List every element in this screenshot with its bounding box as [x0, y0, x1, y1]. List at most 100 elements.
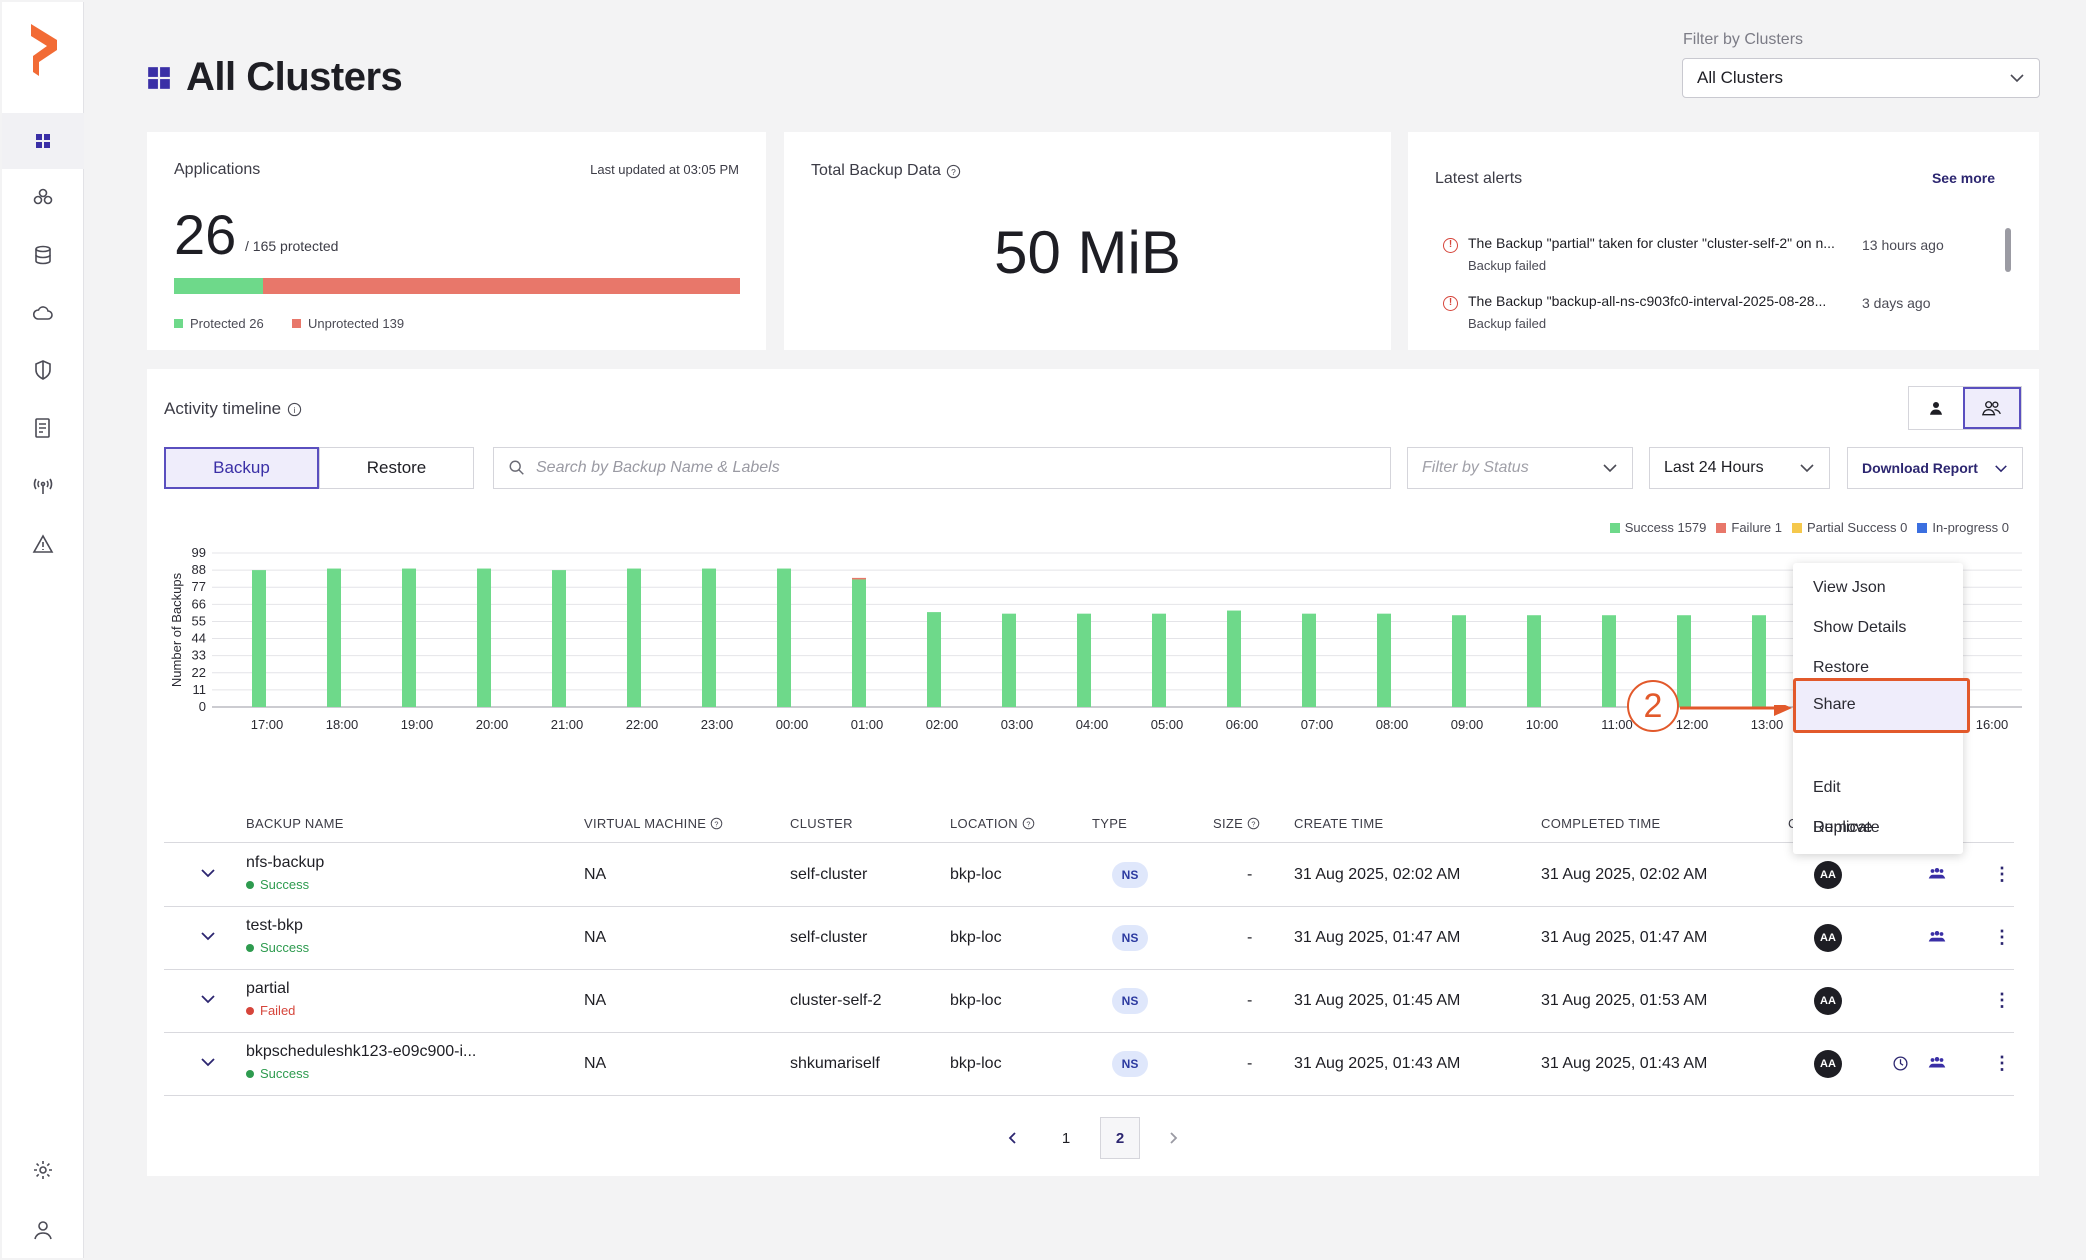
chevron-down-icon — [1800, 464, 1814, 473]
tab-restore[interactable]: Restore — [319, 447, 474, 489]
menu-edit[interactable]: Edit — [1793, 769, 1963, 807]
svg-text:?: ? — [1251, 819, 1255, 828]
x-tick-label: 09:00 — [1451, 717, 1484, 732]
menu-view-json[interactable]: View Json — [1793, 569, 1963, 607]
row-actions-kebab-icon[interactable]: ⋮ — [1993, 864, 2011, 885]
shared-users-icon[interactable] — [1928, 1055, 1946, 1071]
cluster-cell: cluster-self-2 — [790, 992, 882, 1009]
shared-users-icon[interactable] — [1928, 929, 1946, 945]
nav-reports-icon[interactable] — [2, 400, 84, 456]
expand-chevron-icon[interactable] — [200, 1057, 216, 1067]
download-report-button[interactable]: Download Report — [1847, 447, 2023, 489]
vm-cell: NA — [584, 929, 607, 946]
status-filter-placeholder: Filter by Status — [1422, 459, 1529, 476]
alerts-scrollbar[interactable] — [2005, 228, 2011, 272]
table-header: BACKUP NAME VIRTUAL MACHINE ? CLUSTER LO… — [164, 809, 2014, 843]
backup-name[interactable]: test-bkp — [246, 917, 309, 935]
user-profile-icon[interactable] — [2, 1202, 84, 1258]
col-create-time[interactable]: CREATE TIME — [1294, 816, 1384, 831]
expand-chevron-icon[interactable] — [200, 994, 216, 1004]
y-tick-label: 11 — [193, 682, 207, 697]
row-actions-kebab-icon[interactable]: ⋮ — [1993, 927, 2011, 948]
nav-shield-icon[interactable] — [2, 342, 84, 398]
bar-success — [327, 568, 341, 707]
help-icon[interactable]: ? — [1022, 817, 1035, 830]
prev-page-icon[interactable] — [992, 1117, 1032, 1159]
backup-name[interactable]: nfs-backup — [246, 854, 324, 872]
settings-gear-icon[interactable] — [2, 1142, 84, 1198]
portworx-logo[interactable] — [27, 22, 63, 78]
menu-show-details[interactable]: Show Details — [1793, 609, 1963, 647]
row-actions-kebab-icon[interactable]: ⋮ — [1993, 1053, 2011, 1074]
menu-share-highlighted[interactable]: Share — [1793, 678, 1970, 733]
x-tick-label: 05:00 — [1151, 717, 1184, 732]
protection-progress-fill — [174, 278, 264, 294]
backup-name[interactable]: partial — [246, 980, 295, 998]
x-tick-label: 03:00 — [1001, 717, 1034, 732]
row-actions-kebab-icon[interactable]: ⋮ — [1993, 990, 2011, 1011]
nav-applications-icon[interactable] — [2, 169, 84, 225]
single-user-view-button[interactable] — [1909, 387, 1963, 429]
alert-item[interactable]: ! The Backup "partial" taken for cluster… — [1443, 235, 1983, 273]
applications-protected-text: / 165 protected — [245, 238, 339, 254]
see-more-link[interactable]: See more — [1932, 170, 1995, 186]
search-input[interactable]: Search by Backup Name & Labels — [493, 447, 1391, 489]
type-badge: NS — [1112, 925, 1148, 951]
table-row[interactable]: bkpscheduleshk123-e09c900-i... Success N… — [164, 1033, 2014, 1096]
col-size[interactable]: SIZE — [1213, 816, 1243, 831]
col-type[interactable]: TYPE — [1092, 816, 1127, 831]
tab-backup[interactable]: Backup — [164, 447, 319, 489]
x-tick-label: 22:00 — [626, 717, 659, 732]
table-row[interactable]: test-bkp Success NA self-cluster bkp-loc… — [164, 907, 2014, 970]
cluster-cell: self-cluster — [790, 866, 868, 883]
nav-dashboard-icon[interactable] — [2, 113, 84, 169]
all-users-view-button[interactable] — [1963, 387, 2021, 429]
col-location[interactable]: LOCATION — [950, 816, 1018, 831]
help-icon[interactable]: ? — [946, 164, 961, 179]
expand-chevron-icon[interactable] — [200, 931, 216, 941]
x-tick-label: 08:00 — [1376, 717, 1409, 732]
x-tick-label: 19:00 — [401, 717, 434, 732]
expand-chevron-icon[interactable] — [200, 868, 216, 878]
nav-alerts-icon[interactable] — [2, 516, 84, 572]
table-row[interactable]: partial Failed NA cluster-self-2 bkp-loc… — [164, 970, 2014, 1033]
status-filter-select[interactable]: Filter by Status — [1407, 447, 1633, 489]
time-range-select[interactable]: Last 24 Hours — [1649, 447, 1830, 489]
backup-name[interactable]: bkpscheduleshk123-e09c900-i... — [246, 1043, 476, 1061]
activity-timeline-card: Activity timeline i Backup Restore Searc… — [147, 369, 2039, 1176]
x-tick-label: 01:00 — [851, 717, 884, 732]
col-backup-name[interactable]: BACKUP NAME — [246, 816, 344, 831]
x-tick-label: 11:00 — [1601, 717, 1633, 732]
x-tick-label: 04:00 — [1076, 717, 1109, 732]
shared-users-icon[interactable] — [1928, 866, 1946, 882]
svg-text:?: ? — [1026, 819, 1030, 828]
size-cell: - — [1247, 929, 1253, 946]
sidebar — [2, 2, 84, 1258]
table-row[interactable]: nfs-backup Success NA self-cluster bkp-l… — [164, 844, 2014, 907]
filter-clusters-select[interactable]: All Clusters — [1682, 58, 2040, 98]
nav-signal-icon[interactable] — [2, 458, 84, 514]
nav-cloud-icon[interactable] — [2, 285, 84, 341]
x-tick-label: 06:00 — [1226, 717, 1259, 732]
bar-failure — [852, 577, 866, 580]
bar-success — [852, 579, 866, 707]
menu-remove[interactable]: Remove — [1793, 809, 1963, 847]
alert-item[interactable]: ! The Backup "backup-all-ns-c903fc0-inte… — [1443, 293, 1983, 331]
page-1-button[interactable]: 1 — [1046, 1117, 1086, 1159]
y-tick-label: 22 — [192, 665, 206, 680]
page-2-button[interactable]: 2 — [1100, 1117, 1140, 1159]
help-icon[interactable]: ? — [1247, 817, 1260, 830]
filter-clusters-value: All Clusters — [1697, 68, 1783, 87]
col-completed-time[interactable]: COMPLETED TIME — [1541, 816, 1661, 831]
col-cluster[interactable]: CLUSTER — [790, 816, 853, 831]
completed-time-cell: 31 Aug 2025, 01:47 AM — [1541, 929, 1708, 946]
col-virtual-machine[interactable]: VIRTUAL MACHINE — [584, 816, 706, 831]
svg-text:i: i — [294, 404, 296, 414]
alert-error-icon: ! — [1443, 238, 1458, 253]
y-tick-label: 99 — [192, 545, 206, 560]
schedule-clock-icon[interactable] — [1892, 1055, 1909, 1072]
nav-backups-icon[interactable] — [2, 227, 84, 283]
help-icon[interactable]: ? — [710, 817, 723, 830]
next-page-icon[interactable] — [1154, 1117, 1194, 1159]
info-icon[interactable]: i — [287, 402, 302, 417]
